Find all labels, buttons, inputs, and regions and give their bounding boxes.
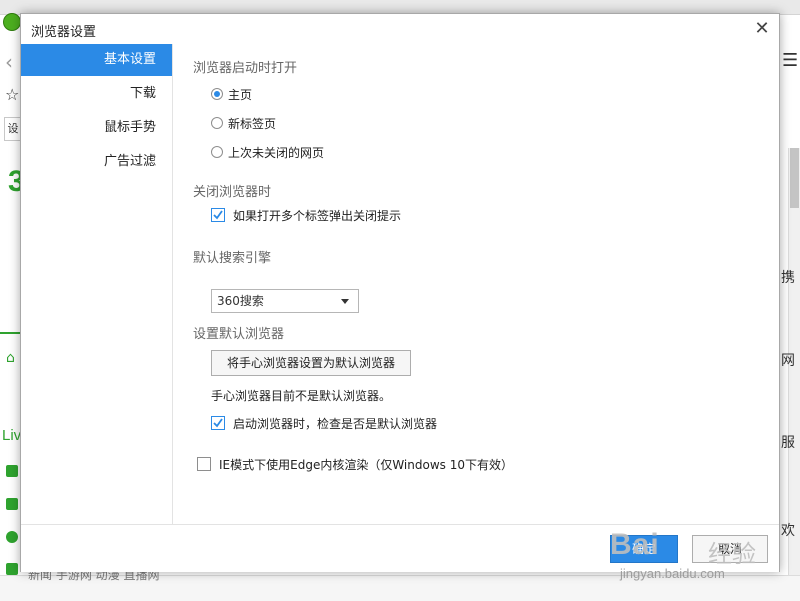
browser-logo-icon — [3, 13, 21, 31]
radio-unselected-icon[interactable] — [211, 117, 223, 129]
checkbox-checked-icon[interactable] — [211, 208, 225, 222]
lock-icon — [6, 498, 18, 510]
chevron-down-icon — [341, 299, 349, 304]
radio-label: 主页 — [228, 88, 253, 102]
close-browser-section-title: 关闭浏览器时 — [193, 185, 272, 200]
radio-unselected-icon[interactable] — [211, 146, 223, 158]
background-scrollbar-thumb[interactable] — [790, 148, 799, 208]
list-icon — [6, 465, 18, 477]
radio-selected-icon[interactable] — [211, 88, 223, 100]
search-engine-section-title: 默认搜索引擎 — [193, 251, 272, 266]
sidebar-item-mouse-gestures[interactable]: 鼠标手势 — [21, 112, 172, 144]
sidebar-item-ad-filter[interactable]: 广告过滤 — [21, 146, 172, 178]
background-right-text: 欢 — [781, 523, 795, 539]
background-right-text: 网 — [781, 353, 795, 369]
watermark-cn-text: 经验 — [708, 540, 756, 568]
home-icon[interactable]: ⌂ — [6, 350, 15, 366]
background-right-text: 携 — [781, 270, 795, 286]
settings-content: 浏览器启动时打开 主页 新标签页 上次未关闭的网页 关闭浏览器时 如果打开多个标… — [173, 44, 779, 524]
watermark-url: jingyan.baidu.com — [620, 566, 725, 581]
set-default-browser-button[interactable]: 将手心浏览器设置为默认浏览器 — [211, 350, 411, 376]
favorite-star-icon[interactable]: ☆ — [5, 85, 19, 104]
background-divider — [0, 332, 22, 334]
default-browser-section-title: 设置默认浏览器 — [193, 327, 285, 342]
background-right-text: 服 — [781, 435, 795, 451]
watermark-logo: Bai — [610, 528, 660, 561]
close-icon[interactable]: ✕ — [749, 16, 775, 42]
back-arrow-icon[interactable]: ‹ — [5, 50, 13, 74]
sidebar-item-basic-settings[interactable]: 基本设置 — [21, 44, 172, 76]
dollar-icon — [6, 531, 18, 543]
checkbox-label: IE模式下使用Edge内核渲染（仅Windows 10下有效） — [219, 458, 513, 472]
radio-label: 上次未关闭的网页 — [228, 146, 325, 160]
default-browser-status-text: 手心浏览器目前不是默认浏览器。 — [211, 389, 392, 403]
checkbox-unchecked-icon[interactable] — [197, 457, 211, 471]
checkbox-checked-icon[interactable] — [211, 416, 225, 430]
checkbox-label: 启动浏览器时，检查是否是默认浏览器 — [233, 417, 438, 431]
background-live-text: Liv — [2, 427, 22, 444]
browser-settings-dialog: 浏览器设置 ✕ 基本设置 下载 鼠标手势 广告过滤 浏览器启动时打开 主页 新标… — [20, 13, 780, 572]
game-icon — [6, 563, 18, 575]
baidu-watermark: Bai 经验 jingyan.baidu.com — [610, 528, 780, 588]
dialog-titlebar[interactable]: 浏览器设置 ✕ — [21, 14, 779, 44]
search-engine-selected-value: 360搜索 — [217, 294, 264, 308]
menu-hamburger-icon[interactable]: ☰ — [782, 50, 798, 71]
startup-section-title: 浏览器启动时打开 — [193, 61, 298, 76]
settings-sidebar: 基本设置 下载 鼠标手势 广告过滤 — [21, 44, 173, 524]
checkbox-label: 如果打开多个标签弹出关闭提示 — [233, 209, 402, 223]
search-engine-select[interactable]: 360搜索 — [211, 289, 359, 313]
dialog-title: 浏览器设置 — [31, 25, 97, 40]
radio-label: 新标签页 — [228, 117, 277, 131]
sidebar-item-download[interactable]: 下载 — [21, 78, 172, 110]
